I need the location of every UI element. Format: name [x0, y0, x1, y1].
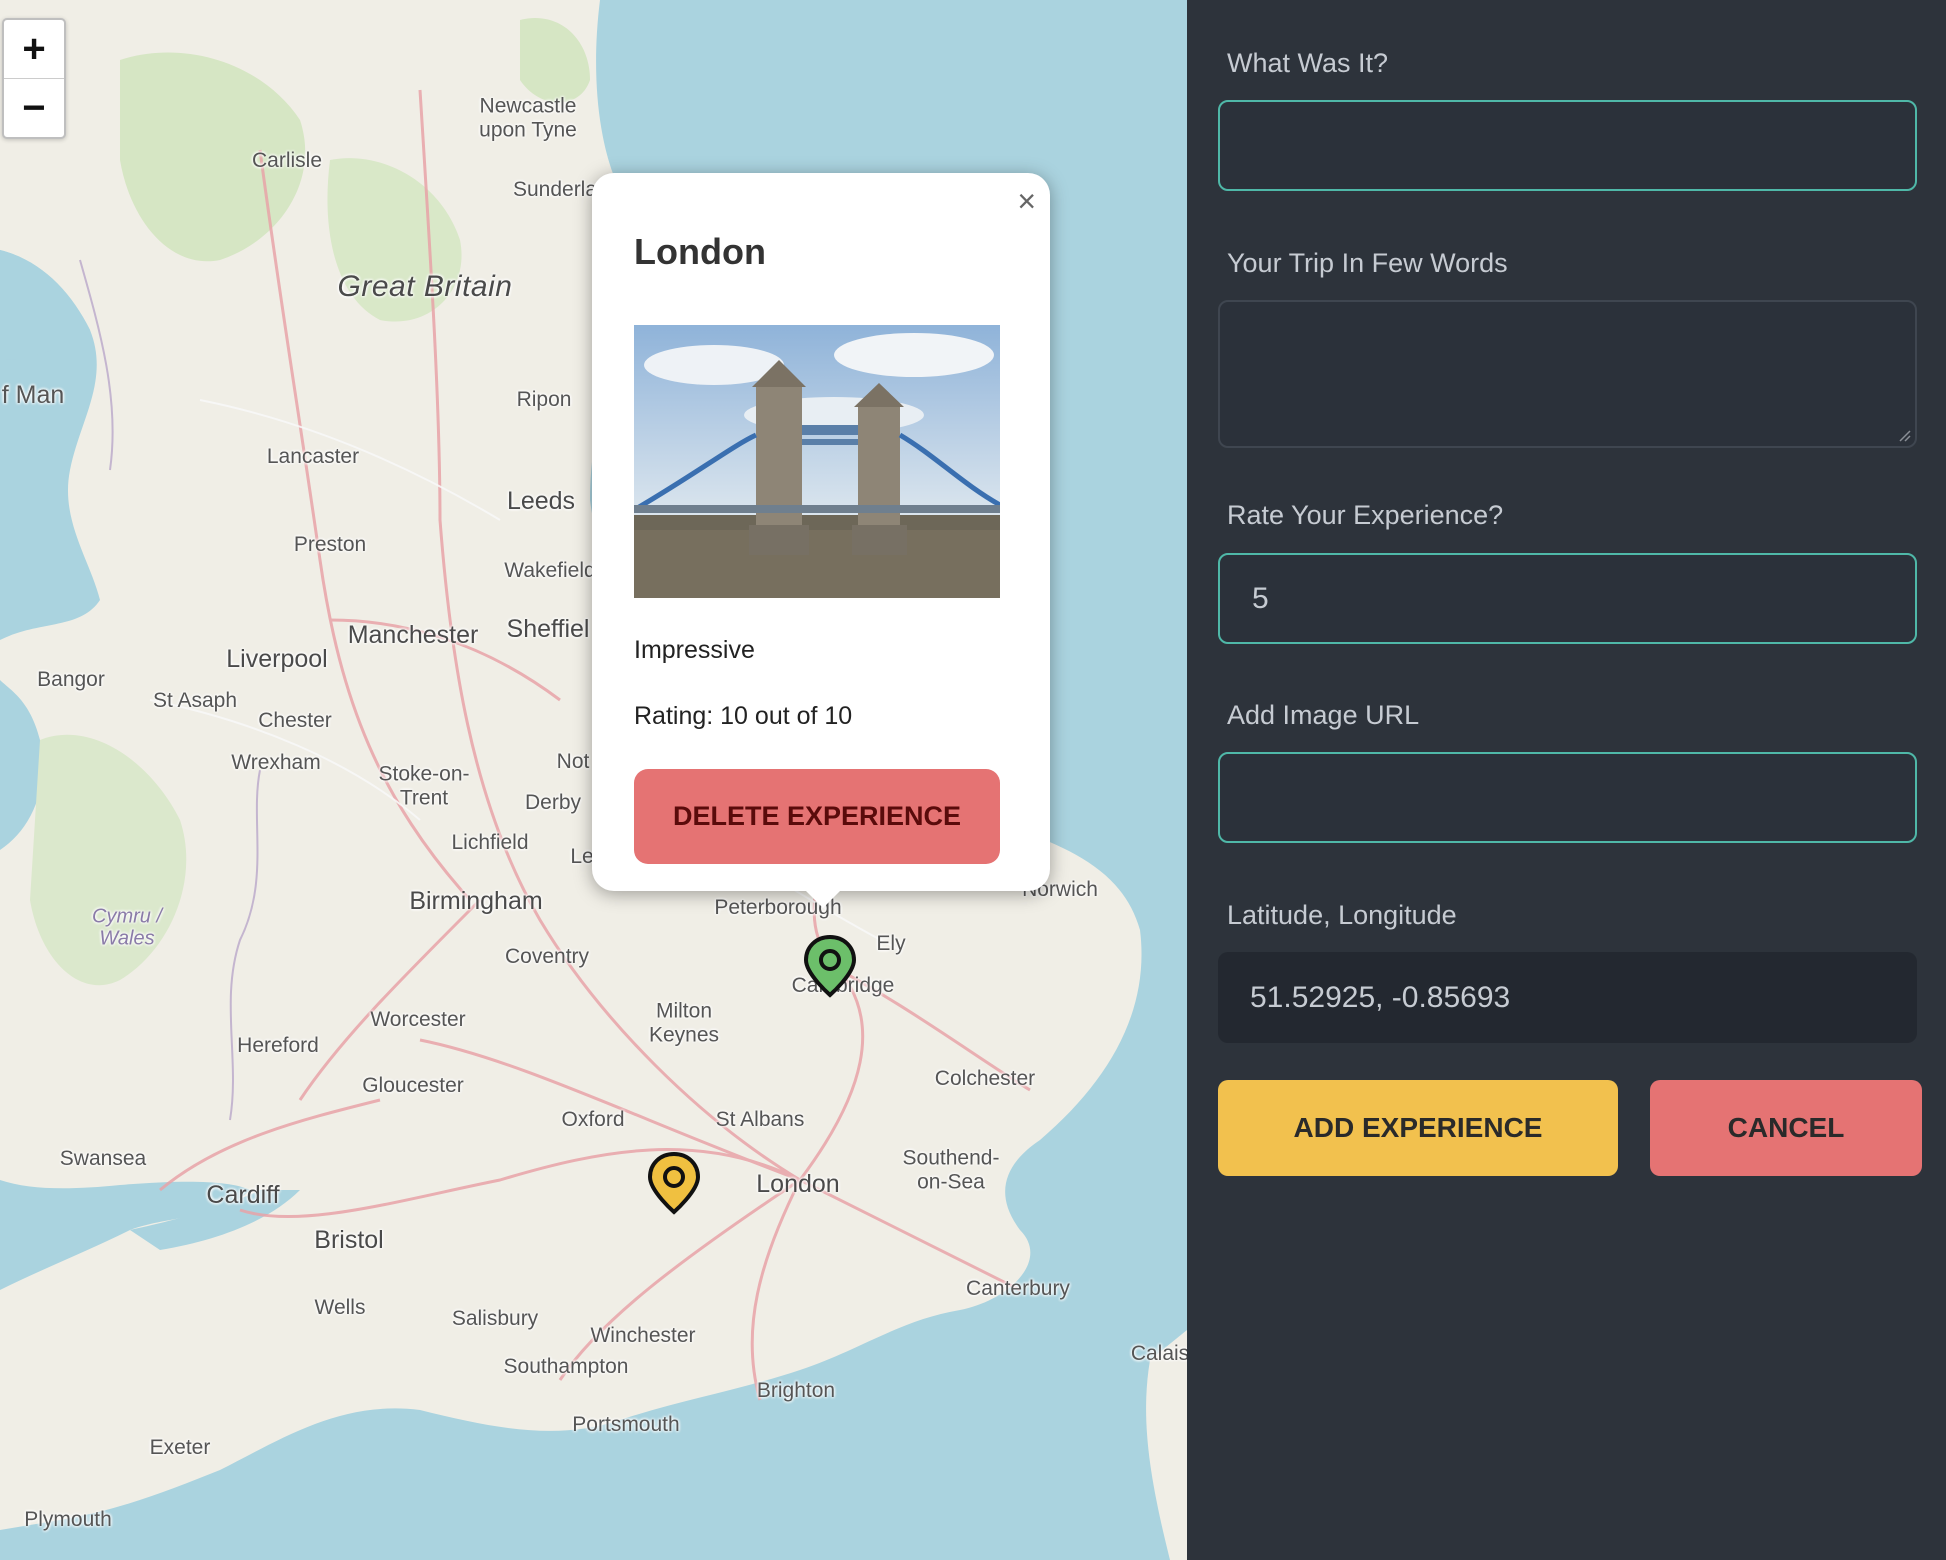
zoom-in-button[interactable]: +	[4, 20, 64, 78]
place-label-portsmouth: Portsmouth	[572, 1413, 680, 1437]
place-label-lancaster: Lancaster	[266, 445, 360, 469]
place-label-wells: Wells	[314, 1296, 366, 1320]
place-label-preston: Preston	[293, 533, 367, 557]
place-label-sheffield: Sheffiel	[506, 615, 590, 643]
place-label-colchester: Colchester	[934, 1067, 1036, 1091]
place-label-winchester: Winchester	[590, 1324, 696, 1348]
map[interactable]: Newcastle upon Tyne Sunderla Carlisle Gr…	[0, 0, 1187, 1560]
place-label-hereford: Hereford	[237, 1034, 319, 1058]
trip-label: Your Trip In Few Words	[1227, 248, 1508, 278]
place-label-birmingham: Birmingham	[409, 887, 543, 915]
place-label-southampton: Southampton	[503, 1355, 629, 1379]
place-label-gloucester: Gloucester	[362, 1074, 464, 1098]
zoom-control: + −	[2, 18, 66, 139]
place-label-wrexham: Wrexham	[231, 751, 321, 775]
place-label-milton-keynes: Milton Keynes	[648, 999, 720, 1046]
place-label-newcastle: Newcastle upon Tyne	[479, 94, 577, 141]
what-label: What Was It?	[1227, 48, 1389, 78]
rate-label: Rate Your Experience?	[1227, 500, 1504, 530]
place-label-calais: Calais	[1130, 1342, 1187, 1366]
place-label-leicester: Le	[570, 845, 594, 869]
place-label-carlisle: Carlisle	[251, 149, 323, 173]
place-label-oxford: Oxford	[561, 1108, 625, 1132]
place-label-chester: Chester	[258, 709, 332, 733]
cancel-button[interactable]: CANCEL	[1650, 1080, 1922, 1176]
latlng-field: 51.52925, -0.85693	[1218, 952, 1917, 1043]
place-label-salisbury: Salisbury	[451, 1307, 539, 1331]
place-label-wakefield: Wakefield	[504, 559, 596, 583]
what-input[interactable]	[1218, 100, 1917, 191]
place-label-lichfield: Lichfield	[451, 831, 529, 855]
popup-tip	[804, 889, 842, 908]
marker-popup: × London Impressive Rating: 10 out of 10…	[592, 173, 1050, 908]
place-label-canterbury: Canterbury	[966, 1277, 1070, 1301]
map-pin-green-icon[interactable]	[803, 934, 857, 998]
place-label-worcester: Worcester	[370, 1008, 466, 1032]
place-label-sunderland: Sunderla	[512, 178, 598, 202]
place-label-derby: Derby	[524, 791, 582, 815]
place-label-isle-of-man: f Man	[1, 381, 65, 409]
place-label-st-albans: St Albans	[715, 1108, 805, 1132]
experience-form: What Was It? Your Trip In Few Words Rate…	[1187, 0, 1946, 1560]
resize-handle-icon[interactable]	[1897, 428, 1911, 442]
place-label-ely: Ely	[876, 932, 906, 956]
place-label-bangor: Bangor	[37, 668, 105, 692]
popup-rating: Rating: 10 out of 10	[634, 702, 853, 730]
popup-photo	[634, 325, 1000, 598]
place-label-cardiff: Cardiff	[206, 1181, 280, 1209]
place-label-bristol: Bristol	[314, 1226, 384, 1254]
place-label-stoke: Stoke-on- Trent	[378, 762, 470, 809]
place-label-brighton: Brighton	[756, 1379, 836, 1403]
place-label-great-britain: Great Britain	[337, 270, 513, 304]
latlng-label: Latitude, Longitude	[1227, 900, 1457, 930]
place-label-swansea: Swansea	[59, 1147, 147, 1171]
place-label-manchester: Manchester	[347, 621, 479, 649]
place-label-liverpool: Liverpool	[226, 645, 328, 673]
image-url-label: Add Image URL	[1227, 700, 1420, 730]
place-label-coventry: Coventry	[504, 945, 590, 969]
rate-input[interactable]: 5	[1218, 553, 1917, 644]
place-label-ripon: Ripon	[516, 388, 572, 412]
add-experience-button[interactable]: ADD EXPERIENCE	[1218, 1080, 1618, 1176]
place-label-plymouth: Plymouth	[24, 1508, 112, 1532]
popup-title: London	[634, 231, 766, 272]
trip-textarea[interactable]	[1218, 300, 1917, 448]
place-label-london: London	[756, 1170, 840, 1198]
image-url-input[interactable]	[1218, 752, 1917, 843]
zoom-out-button[interactable]: −	[4, 78, 64, 137]
place-label-st-asaph: St Asaph	[152, 689, 238, 713]
delete-experience-button[interactable]: DELETE EXPERIENCE	[634, 769, 1000, 864]
place-label-southend: Southend- on-Sea	[902, 1146, 1000, 1193]
place-label-exeter: Exeter	[149, 1436, 211, 1460]
place-label-leeds: Leeds	[506, 487, 576, 515]
popup-description: Impressive	[634, 636, 755, 664]
close-icon[interactable]: ×	[1017, 183, 1036, 220]
place-label-nottingham: Not	[556, 750, 590, 774]
map-pin-yellow-icon[interactable]	[647, 1151, 701, 1215]
place-label-wales: Cymru / Wales	[92, 905, 162, 950]
